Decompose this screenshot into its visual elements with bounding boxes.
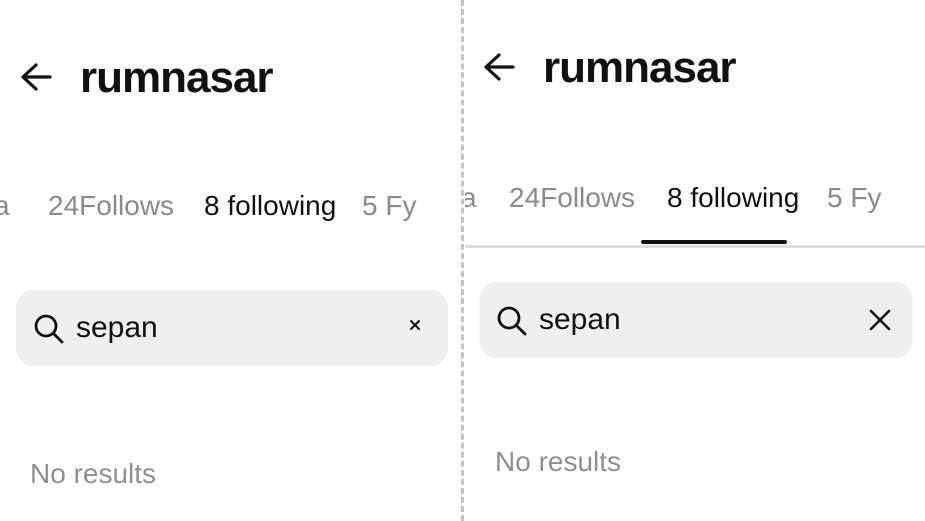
tab-following[interactable]: 8 following xyxy=(667,170,799,250)
search-bar[interactable]: sepan xyxy=(16,290,448,366)
close-icon[interactable] xyxy=(408,318,422,332)
header: rumnasar xyxy=(465,30,925,100)
panel-divider xyxy=(461,0,464,521)
tab-followers[interactable]: 24Follows xyxy=(48,178,174,258)
arrow-left-icon[interactable] xyxy=(477,50,517,84)
page-title: rumnasar xyxy=(543,43,737,92)
tabs-divider xyxy=(465,245,925,248)
search-bar[interactable]: sepan xyxy=(479,282,913,358)
follow-tabs: a 24Follows 8 following 5 Fy xyxy=(465,170,925,250)
search-input[interactable]: sepan xyxy=(76,308,158,348)
follow-tabs: a 24Follows 8 following 5 Fy xyxy=(0,178,460,258)
tab-other[interactable]: 5 Fy xyxy=(362,178,416,258)
tab-other[interactable]: 5 Fy xyxy=(827,170,881,250)
tab-0[interactable]: a xyxy=(0,178,10,258)
page-title: rumnasar xyxy=(80,53,274,102)
search-icon xyxy=(32,312,66,346)
right-panel: rumnasar a 24Follows 8 following 5 Fy se… xyxy=(465,0,925,521)
empty-state-text: No results xyxy=(495,446,622,477)
header: rumnasar xyxy=(0,40,460,110)
search-icon xyxy=(495,304,529,338)
tab-0[interactable]: a xyxy=(465,170,477,250)
close-icon[interactable] xyxy=(865,305,895,335)
arrow-left-icon[interactable] xyxy=(14,60,54,94)
left-panel: rumnasar a 24Follows 8 following 5 Fy se… xyxy=(0,0,460,521)
tab-following[interactable]: 8 following xyxy=(204,178,336,258)
active-tab-indicator xyxy=(641,240,787,244)
search-input[interactable]: sepan xyxy=(539,300,621,340)
comparison-screen: rumnasar a 24Follows 8 following 5 Fy se… xyxy=(0,0,925,521)
tab-followers[interactable]: 24Follows xyxy=(509,170,635,250)
empty-state-text: No results xyxy=(30,458,157,489)
